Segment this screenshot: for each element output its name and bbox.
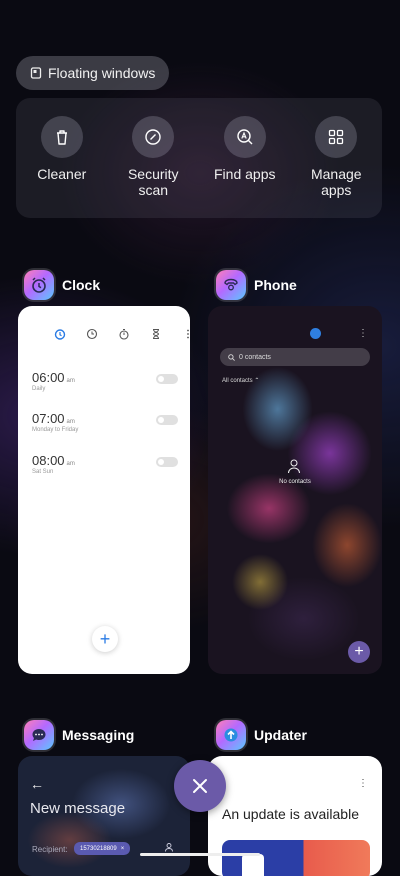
find-apps-label: Find apps [214, 166, 276, 182]
new-message-title: New message [30, 800, 126, 817]
alarm-repeat: Daily [32, 386, 46, 392]
updater-app-icon [216, 720, 246, 750]
messaging-app-header[interactable]: Messaging [24, 720, 134, 750]
update-available-title: An update is available [222, 806, 359, 822]
recipient-chip: 15730218809 × [74, 842, 131, 855]
update-banner-image [222, 840, 370, 876]
clock-tabs [54, 328, 190, 340]
plus-icon: + [99, 629, 111, 649]
more-options-icon: ⋮ [358, 778, 368, 789]
messaging-app-name: Messaging [62, 727, 135, 743]
search-icon [228, 353, 235, 361]
alarm-toggle[interactable] [156, 457, 178, 467]
security-scan-button[interactable]: Security scan [112, 116, 194, 218]
alarm-repeat: Sat Sun [32, 469, 54, 475]
alarm-item[interactable]: 07:00 am Monday to Friday [32, 411, 178, 433]
gesture-home-bar[interactable] [140, 853, 260, 856]
updater-app-card[interactable]: ⋮ An update is available [208, 756, 382, 876]
quick-shortcuts-panel: Cleaner Security scan Find apps Manage a… [16, 98, 382, 218]
search-app-icon [223, 116, 266, 158]
close-icon [193, 779, 207, 793]
alarm-item[interactable]: 08:00 am Sat Sun [32, 453, 178, 475]
cleaner-button[interactable]: Cleaner [21, 116, 103, 218]
plus-icon: + [354, 643, 364, 660]
phone-app-name: Phone [254, 277, 297, 293]
clear-all-button[interactable] [174, 760, 226, 812]
cleaner-label: Cleaner [37, 166, 87, 182]
manage-apps-button[interactable]: Manage apps [295, 116, 377, 218]
timer-tab-icon [150, 328, 162, 340]
floating-windows-label: Floating windows [48, 65, 156, 81]
remove-icon: × [120, 845, 125, 852]
world-clock-tab-icon [86, 328, 98, 340]
floating-window-icon [30, 67, 42, 79]
contacts-search-bar[interactable]: 0 contacts [220, 348, 370, 366]
floating-windows-button[interactable]: Floating windows [16, 56, 170, 90]
phone-app-card[interactable]: ⋮ 0 contacts All contacts ⌃ No contacts … [208, 306, 382, 674]
alarm-repeat: Monday to Friday [32, 427, 79, 433]
security-scan-label: Security scan [127, 166, 179, 198]
alarm-item[interactable]: 06:00 am Daily [32, 370, 178, 392]
phone-app-icon [216, 270, 246, 300]
trash-icon [40, 116, 83, 158]
grid-icon [315, 116, 358, 158]
alarm-toggle[interactable] [156, 374, 178, 384]
shield-check-icon [132, 116, 175, 158]
messaging-app-icon [24, 720, 54, 750]
alarm-tab-icon [54, 328, 66, 340]
messaging-app-card[interactable]: ← New message Recipient: 15730218809 × [18, 756, 190, 876]
clock-app-card[interactable]: 06:00 am Daily 07:00 am Monday to Friday 0… [18, 306, 190, 674]
person-icon [288, 459, 300, 474]
contact-picker-icon [165, 843, 173, 852]
updater-app-header[interactable]: Updater [216, 720, 307, 750]
contacts-filter[interactable]: All contacts ⌃ [222, 377, 259, 384]
add-contact-button[interactable]: + [348, 641, 370, 663]
clock-app-header[interactable]: Clock [24, 270, 100, 300]
alarm-toggle[interactable] [156, 415, 178, 425]
contacts-tab-icon [310, 328, 321, 339]
phone-app-header[interactable]: Phone [216, 270, 297, 300]
more-options-icon: ⋮ [358, 328, 368, 339]
more-options-icon [182, 328, 190, 340]
search-placeholder: 0 contacts [239, 353, 271, 361]
find-apps-button[interactable]: Find apps [204, 116, 286, 218]
back-arrow-icon: ← [30, 776, 44, 792]
add-alarm-button[interactable]: + [92, 626, 118, 652]
updater-app-name: Updater [254, 727, 307, 743]
clock-app-icon [24, 270, 54, 300]
recipient-label: Recipient: [32, 845, 68, 854]
no-contacts-text: No contacts [279, 479, 311, 485]
clock-app-name: Clock [62, 277, 101, 293]
stopwatch-tab-icon [118, 328, 130, 340]
manage-apps-label: Manage apps [310, 166, 362, 198]
